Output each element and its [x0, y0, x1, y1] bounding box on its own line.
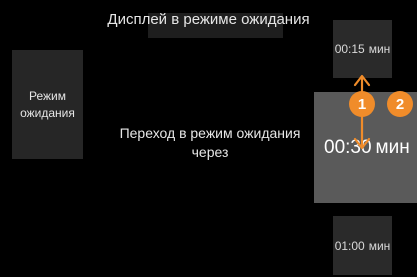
standby-mode-label: Режим ожидания — [20, 88, 75, 120]
time-unit: мин — [368, 42, 391, 56]
time-value: 00:15 — [334, 42, 365, 56]
time-value: 00:30 — [324, 136, 372, 158]
time-unit: мин — [368, 238, 391, 253]
callout-badge-1: 1 — [349, 91, 375, 117]
time-option-15[interactable]: 00:15 мин — [333, 20, 392, 78]
standby-timeout-description: Переход в режим ожидания через — [119, 125, 301, 160]
standby-display-screen: Дисплей в режиме ожидания Режим ожидания… — [0, 0, 417, 277]
time-unit: мин — [375, 136, 410, 158]
standby-mode-tile[interactable]: Режим ожидания — [12, 50, 83, 159]
time-value: 01:00 — [334, 238, 365, 253]
time-option-60[interactable]: 01:00 мин — [333, 216, 392, 275]
callout-badge-2: 2 — [387, 91, 413, 117]
